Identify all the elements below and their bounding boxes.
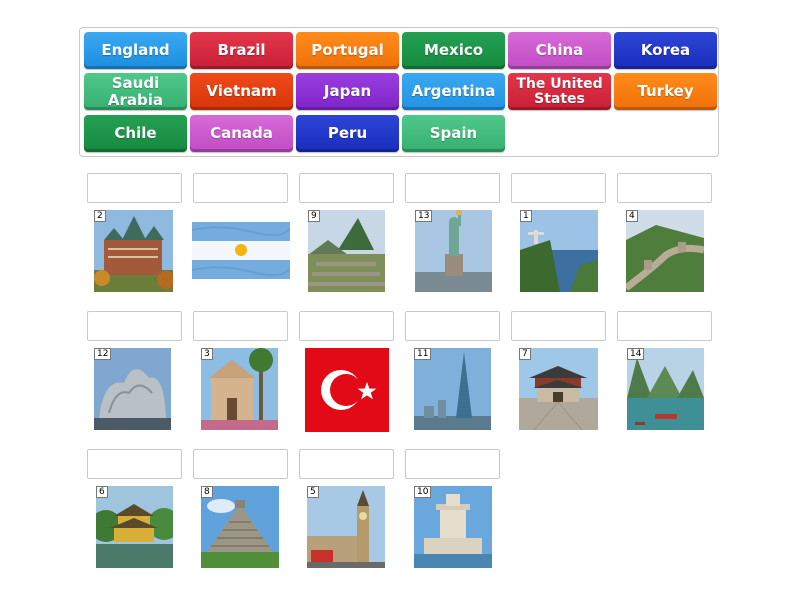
card-number: 1 [520,210,532,222]
card-number: 14 [627,348,645,360]
card-number: 11 [414,348,432,360]
tile-turkey[interactable]: Turkey [614,73,717,110]
tile-vietnam[interactable]: Vietnam [190,73,293,110]
tile-the-united-states[interactable]: The United States [508,73,611,110]
tile-korea[interactable]: Korea [614,32,717,69]
card-number: 3 [201,348,213,360]
tile-peru[interactable]: Peru [296,115,399,152]
belem-tower-icon: 10 [414,486,492,568]
drop-zone[interactable] [193,311,288,341]
great-wall-icon: 4 [626,210,704,292]
drop-zone[interactable] [87,449,182,479]
guggenheim-bilbao-icon: 12 [94,348,171,430]
card-number: 9 [308,210,320,222]
drop-zone[interactable] [511,311,606,341]
kinkakuji-icon: 6 [96,486,173,568]
ha-long-bay-icon: 14 [627,348,704,430]
machu-picchu-icon: 9 [308,210,385,292]
drop-zone[interactable] [299,173,394,203]
christ-the-redeemer-icon: 1 [520,210,598,292]
card-number: 2 [94,210,106,222]
drop-zone[interactable] [617,173,712,203]
word-bank: England Brazil Portugal Mexico China Kor… [79,27,719,157]
card-number: 6 [96,486,108,498]
drop-zone[interactable] [617,311,712,341]
drop-zone[interactable] [193,173,288,203]
tile-mexico[interactable]: Mexico [402,32,505,69]
turkey-flag-icon [305,348,389,432]
chateau-frontenac-icon: 2 [94,210,173,292]
drop-zone[interactable] [299,449,394,479]
tile-england[interactable]: England [84,32,187,69]
card-number: 13 [415,210,433,222]
namdaemun-gate-icon: 7 [519,348,598,430]
drop-zone[interactable] [405,311,500,341]
tile-brazil[interactable]: Brazil [190,32,293,69]
tile-chile[interactable]: Chile [84,115,187,152]
tile-spain[interactable]: Spain [402,115,505,152]
card-number: 8 [201,486,213,498]
big-ben-icon: 5 [307,486,385,568]
tile-portugal[interactable]: Portugal [296,32,399,69]
drop-zone[interactable] [405,173,500,203]
card-number: 5 [307,486,319,498]
argentina-flag-icon [192,222,290,279]
card-number: 10 [414,486,432,498]
statue-of-liberty-icon: 13 [415,210,492,292]
riyadh-tower-icon: 11 [414,348,491,430]
card-number: 7 [519,348,531,360]
drop-zone[interactable] [87,173,182,203]
tile-argentina[interactable]: Argentina [402,73,505,110]
tile-saudi-arabia[interactable]: Saudi Arabia [84,73,187,110]
tile-china[interactable]: China [508,32,611,69]
drop-zone[interactable] [511,173,606,203]
card-number: 4 [626,210,638,222]
mexico-church-icon: 3 [201,348,278,430]
drop-zone[interactable] [193,449,288,479]
card-number: 12 [94,348,112,360]
tile-canada[interactable]: Canada [190,115,293,152]
drop-zone[interactable] [299,311,394,341]
drop-zone[interactable] [87,311,182,341]
tile-japan[interactable]: Japan [296,73,399,110]
chichen-itza-icon: 8 [201,486,279,568]
drop-zone[interactable] [405,449,500,479]
